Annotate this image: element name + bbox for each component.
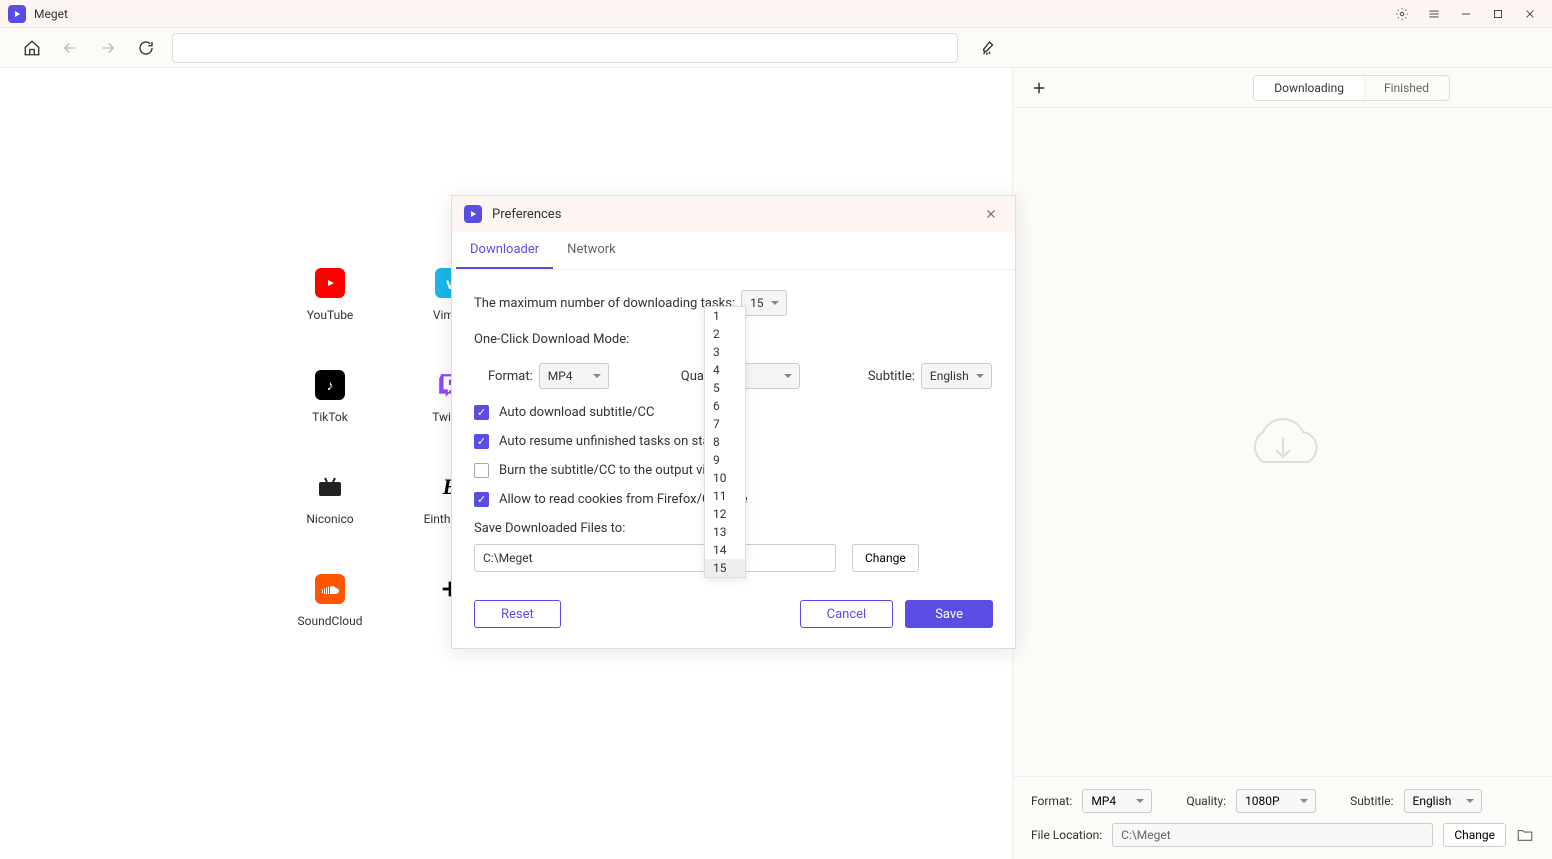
dropdown-option[interactable]: 5 — [705, 379, 745, 397]
dropdown-option[interactable]: 15 — [705, 559, 745, 577]
checkbox-label: Auto download subtitle/CC — [499, 405, 654, 420]
dialog-title: Preferences — [492, 207, 561, 222]
dialog-header: Preferences — [452, 196, 1015, 232]
dialog-close-button[interactable] — [979, 202, 1003, 226]
tab-downloader[interactable]: Downloader — [456, 232, 553, 269]
dropdown-option[interactable]: 8 — [705, 433, 745, 451]
dl-subtitle-select[interactable]: English — [921, 363, 992, 389]
dropdown-option[interactable]: 9 — [705, 451, 745, 469]
save-location-label: Save Downloaded Files to: — [474, 521, 625, 536]
dropdown-option[interactable]: 10 — [705, 469, 745, 487]
dropdown-option[interactable]: 7 — [705, 415, 745, 433]
checkbox-label: Auto resume unfinished tasks on startup — [499, 434, 733, 449]
max-tasks-select[interactable]: 15 — [741, 290, 787, 316]
change-path-button[interactable]: Change — [852, 544, 919, 572]
dropdown-option[interactable]: 4 — [705, 361, 745, 379]
checkbox-label: Burn the subtitle/CC to the output video — [499, 463, 727, 478]
dropdown-option[interactable]: 12 — [705, 505, 745, 523]
checkbox-icon[interactable] — [474, 405, 489, 420]
dropdown-option[interactable]: 3 — [705, 343, 745, 361]
dl-format-select[interactable]: MP4 — [539, 363, 609, 389]
dialog-tabs: Downloader Network — [452, 232, 1015, 270]
checkbox-icon[interactable] — [474, 434, 489, 449]
save-button[interactable]: Save — [905, 600, 993, 628]
dropdown-option[interactable]: 1 — [705, 307, 745, 325]
dropdown-option[interactable]: 14 — [705, 541, 745, 559]
tab-network[interactable]: Network — [553, 232, 630, 269]
cancel-button[interactable]: Cancel — [800, 600, 894, 628]
dropdown-option[interactable]: 6 — [705, 397, 745, 415]
dropdown-option[interactable]: 11 — [705, 487, 745, 505]
dialog-logo-icon — [464, 205, 482, 223]
dialog-overlay: Preferences Downloader Network The maxim… — [0, 0, 1552, 859]
dl-format-label: Format: — [488, 369, 533, 384]
reset-button[interactable]: Reset — [474, 600, 561, 628]
dropdown-option[interactable]: 13 — [705, 523, 745, 541]
dialog-footer: Reset Cancel Save — [474, 600, 993, 628]
max-tasks-label: The maximum number of downloading tasks: — [474, 296, 735, 311]
checkbox-icon[interactable] — [474, 492, 489, 507]
dl-subtitle-label: Subtitle: — [868, 369, 915, 384]
save-path-input[interactable]: C:\Meget — [474, 544, 836, 572]
checkbox-icon[interactable] — [474, 463, 489, 478]
max-tasks-dropdown[interactable]: 123456789101112131415 — [704, 306, 746, 578]
oneclick-label: One-Click Download Mode: — [474, 332, 629, 347]
dropdown-option[interactable]: 2 — [705, 325, 745, 343]
